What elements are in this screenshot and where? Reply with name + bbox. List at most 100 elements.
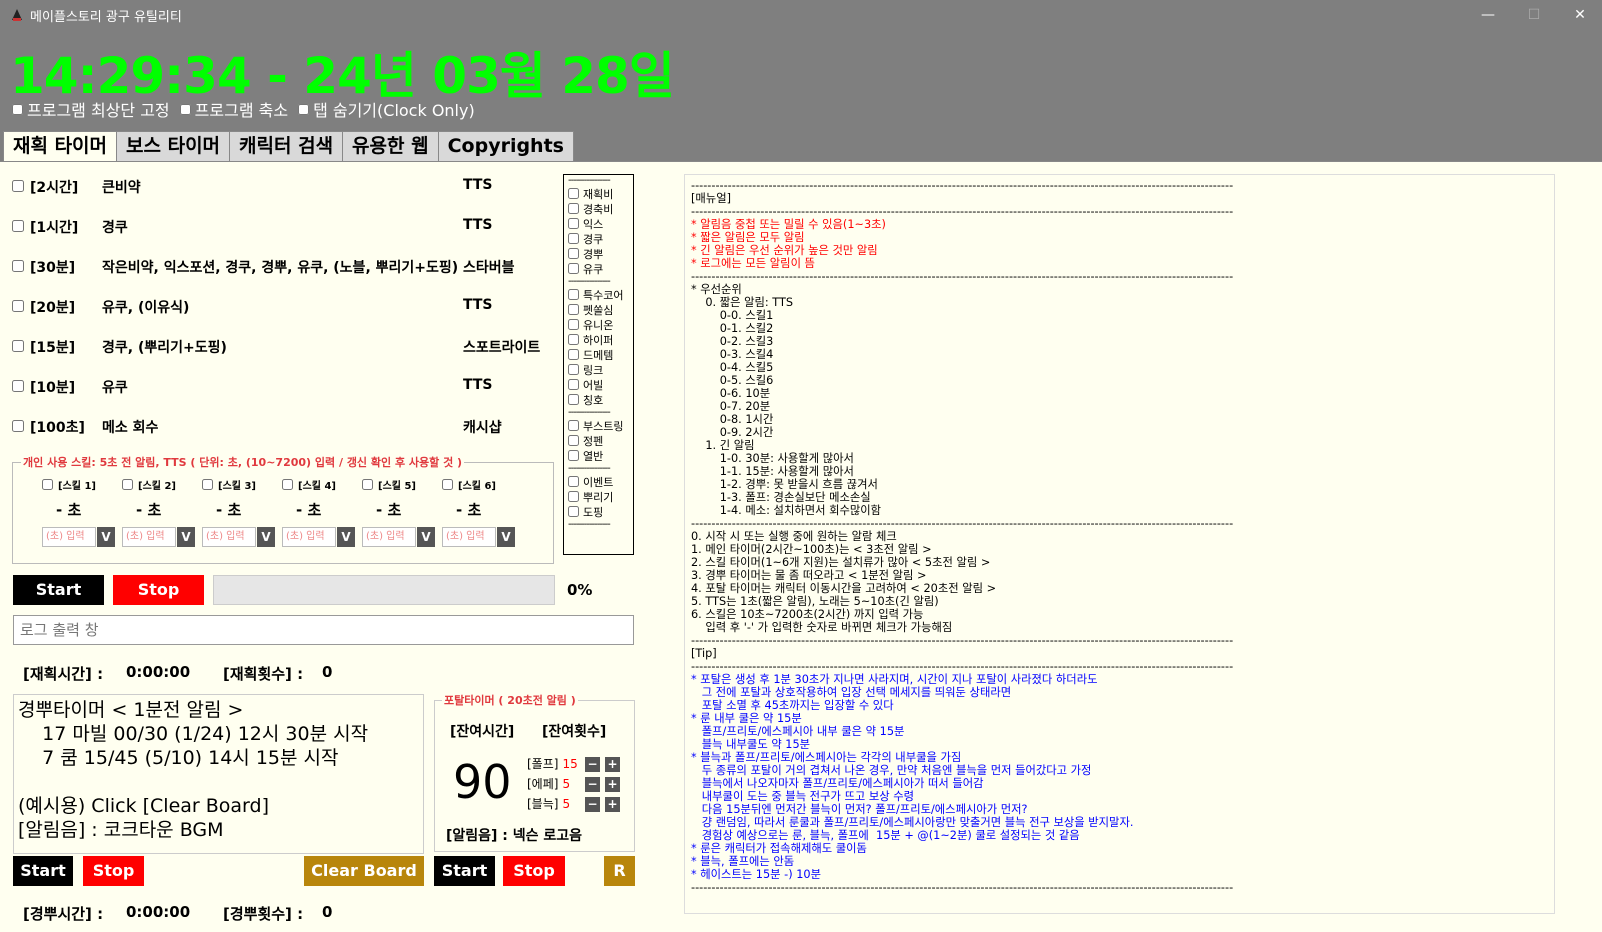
skill-toggle[interactable]: [스킬 2] — [122, 477, 176, 492]
maximize-button[interactable]: ☐ — [1511, 0, 1557, 30]
checklist-checkbox[interactable] — [568, 304, 579, 315]
skill-checkbox[interactable] — [282, 479, 293, 490]
timer-checkbox[interactable] — [12, 220, 24, 232]
skill-toggle[interactable]: [스킬 3] — [202, 477, 256, 492]
checklist-item[interactable]: 어빌 — [568, 377, 629, 392]
skill-checkbox[interactable] — [42, 479, 53, 490]
checklist-item[interactable]: 하이퍼 — [568, 332, 629, 347]
checklist-item[interactable]: 링크 — [568, 362, 629, 377]
skill-seconds-input[interactable]: (초) 입력 — [282, 527, 336, 547]
skill-seconds-input[interactable]: (초) 입력 — [362, 527, 416, 547]
timer-checkbox[interactable] — [12, 420, 24, 432]
manual-textbox[interactable]: ----------------------------------------… — [684, 174, 1555, 914]
close-button[interactable]: ✕ — [1557, 0, 1602, 30]
checklist-checkbox[interactable] — [568, 218, 579, 229]
timer-checkbox[interactable] — [12, 380, 24, 392]
checklist-item[interactable]: 칭호 — [568, 392, 629, 407]
checklist-item[interactable]: 유니온 — [568, 317, 629, 332]
checklist-item[interactable]: 열반 — [568, 448, 629, 463]
checklist-checkbox[interactable] — [568, 435, 579, 446]
minus-button[interactable]: − — [585, 797, 600, 812]
skill-checkbox[interactable] — [122, 479, 133, 490]
timer-checkbox[interactable] — [12, 180, 24, 192]
skill-seconds-input[interactable]: (초) 입력 — [442, 527, 496, 547]
plus-button[interactable]: + — [605, 797, 620, 812]
checklist-checkbox[interactable] — [568, 491, 579, 502]
checklist-item[interactable]: 드메템 — [568, 347, 629, 362]
checklist-item[interactable]: 정펜 — [568, 433, 629, 448]
checklist-checkbox[interactable] — [568, 379, 579, 390]
checklist-checkbox[interactable] — [568, 233, 579, 244]
skill-apply-button[interactable]: V — [417, 527, 435, 547]
checklist-checkbox[interactable] — [568, 263, 579, 274]
timer-checkbox[interactable] — [12, 260, 24, 272]
checklist-checkbox[interactable] — [568, 506, 579, 517]
checklist-item[interactable]: 유쿠 — [568, 261, 629, 276]
tab-useful-web[interactable]: 유용한 웹 — [342, 131, 439, 162]
notice-board[interactable]: 경뿌타이머 < 1분전 알림 > 17 마빌 00/30 (1/24) 12시 … — [13, 694, 424, 854]
tab-character-search[interactable]: 캐릭터 검색 — [229, 131, 344, 162]
main-start-button[interactable]: Start — [13, 575, 104, 605]
skill-apply-button[interactable]: V — [177, 527, 195, 547]
skill-toggle[interactable]: [스킬 5] — [362, 477, 416, 492]
skill-apply-button[interactable]: V — [97, 527, 115, 547]
portal-reset-button[interactable]: R — [604, 856, 635, 886]
timer-checkbox[interactable] — [12, 340, 24, 352]
checklist-checkbox[interactable] — [568, 203, 579, 214]
checklist-checkbox[interactable] — [568, 450, 579, 461]
skill-toggle[interactable]: [스킬 4] — [282, 477, 336, 492]
checklist-item[interactable]: 익스 — [568, 216, 629, 231]
portal-stop-button[interactable]: Stop — [503, 856, 565, 886]
checklist-item[interactable]: 경쿠 — [568, 231, 629, 246]
skill-seconds-input[interactable]: (초) 입력 — [122, 527, 176, 547]
checklist-checkbox[interactable] — [568, 476, 579, 487]
minus-button[interactable]: − — [585, 777, 600, 792]
checklist-item[interactable]: 재획비 — [568, 186, 629, 201]
hide-tabs-checkbox[interactable] — [298, 103, 310, 115]
clear-board-button[interactable]: Clear Board — [304, 856, 424, 886]
timer-checkbox[interactable] — [12, 300, 24, 312]
skill-checkbox[interactable] — [442, 479, 453, 490]
skill-toggle[interactable]: [스킬 1] — [42, 477, 96, 492]
skill-apply-button[interactable]: V — [337, 527, 355, 547]
board-start-button[interactable]: Start — [13, 856, 73, 886]
checklist-item[interactable]: 뿌리기 — [568, 489, 629, 504]
skill-seconds-input[interactable]: (초) 입력 — [202, 527, 256, 547]
checklist-checkbox[interactable] — [568, 248, 579, 259]
skill-checkbox[interactable] — [362, 479, 373, 490]
option-hide-tabs[interactable]: 탭 숨기기(Clock Only) — [298, 97, 475, 121]
minimize-button[interactable]: — — [1465, 0, 1511, 30]
checklist-checkbox[interactable] — [568, 188, 579, 199]
tab-boss-timer[interactable]: 보스 타이머 — [116, 131, 231, 162]
board-stop-button[interactable]: Stop — [83, 856, 144, 886]
main-stop-button[interactable]: Stop — [113, 575, 204, 605]
checklist-checkbox[interactable] — [568, 319, 579, 330]
checklist-item[interactable]: 이벤트 — [568, 474, 629, 489]
minus-button[interactable]: − — [585, 757, 600, 772]
skill-seconds-input[interactable]: (초) 입력 — [42, 527, 96, 547]
plus-button[interactable]: + — [605, 777, 620, 792]
checklist-item[interactable]: 특수코어 — [568, 287, 629, 302]
checklist-checkbox[interactable] — [568, 420, 579, 431]
checklist-item[interactable]: 부스트링 — [568, 418, 629, 433]
checklist-item[interactable]: 경뿌 — [568, 246, 629, 261]
always-on-top-checkbox[interactable] — [12, 103, 23, 115]
skill-checkbox[interactable] — [202, 479, 213, 490]
log-output[interactable]: 로그 출력 창 — [13, 615, 634, 645]
checklist-item[interactable]: 도핑 — [568, 504, 629, 519]
option-always-on-top[interactable]: 프로그램 최상단 고정 — [12, 97, 170, 121]
checklist-checkbox[interactable] — [568, 364, 579, 375]
checklist-item[interactable]: 펫쏠심 — [568, 302, 629, 317]
tab-hunt-timer[interactable]: 재획 타이머 — [3, 131, 118, 162]
skill-apply-button[interactable]: V — [257, 527, 275, 547]
checklist-checkbox[interactable] — [568, 349, 579, 360]
shrink-checkbox[interactable] — [179, 103, 191, 115]
checklist-item[interactable]: 경축비 — [568, 201, 629, 216]
skill-apply-button[interactable]: V — [497, 527, 515, 547]
portal-start-button[interactable]: Start — [434, 856, 495, 886]
checklist-checkbox[interactable] — [568, 334, 579, 345]
option-shrink[interactable]: 프로그램 축소 — [179, 97, 288, 121]
checklist-checkbox[interactable] — [568, 394, 579, 405]
skill-toggle[interactable]: [스킬 6] — [442, 477, 496, 492]
plus-button[interactable]: + — [605, 757, 620, 772]
